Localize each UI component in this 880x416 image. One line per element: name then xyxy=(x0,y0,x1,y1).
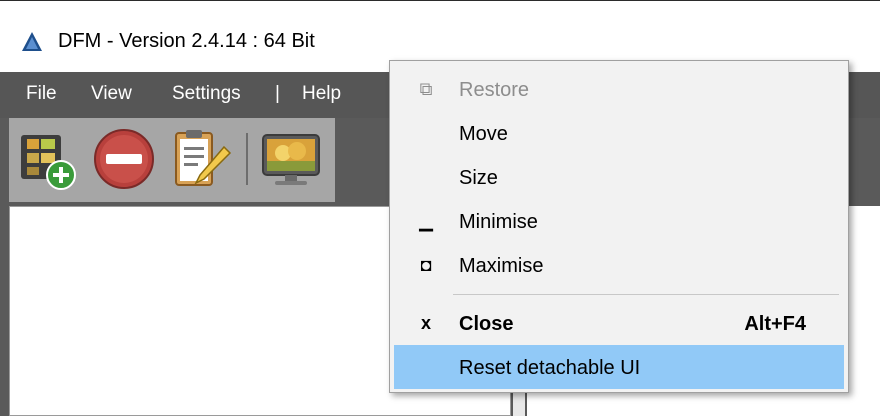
minimise-icon: ▁ xyxy=(419,211,433,231)
menu-item-restore[interactable]: ⧉ Restore xyxy=(394,67,844,111)
shortcut-label: Alt+F4 xyxy=(744,313,806,335)
menu-item-reset-detachable-ui[interactable]: Reset detachable UI xyxy=(394,345,844,389)
menu-separator: | xyxy=(275,83,280,104)
menu-item-maximise[interactable]: ◘ Maximise xyxy=(394,243,844,287)
menu-item-label: Maximise xyxy=(459,255,544,277)
menu-settings[interactable]: Settings xyxy=(172,83,241,105)
menu-item-label: Close xyxy=(459,313,514,335)
close-icon: x xyxy=(420,313,431,333)
remove-icon[interactable] xyxy=(92,127,156,191)
toolbar xyxy=(9,118,335,202)
system-context-menu: ⧉ Restore Move Size ▁ Minimise ◘ Maximis… xyxy=(389,60,849,393)
menu-help[interactable]: Help xyxy=(302,83,341,105)
menu-separator xyxy=(453,294,839,295)
menu-item-minimise[interactable]: ▁ Minimise xyxy=(394,199,844,243)
add-video-icon[interactable] xyxy=(15,127,79,191)
dfm-app-icon xyxy=(22,32,42,51)
menu-item-move[interactable]: Move xyxy=(394,111,844,155)
menu-item-label: Restore xyxy=(459,79,530,101)
menu-item-close[interactable]: x Close Alt+F4 xyxy=(394,301,844,345)
display-icon[interactable] xyxy=(259,127,323,191)
restore-icon: ⧉ xyxy=(419,79,433,99)
menu-item-label: Reset detachable UI xyxy=(459,357,641,379)
menu-item-label: Size xyxy=(459,167,498,189)
menu-item-label: Move xyxy=(459,123,508,145)
clipboard-edit-icon[interactable] xyxy=(168,127,232,191)
window-title: DFM - Version 2.4.14 : 64 Bit xyxy=(58,30,315,52)
menu-item-size[interactable]: Size xyxy=(394,155,844,199)
toolbar-divider xyxy=(246,133,248,185)
menu-file[interactable]: File xyxy=(26,83,57,105)
menu-view[interactable]: View xyxy=(91,83,132,105)
menu-item-label: Minimise xyxy=(459,211,538,233)
maximise-icon: ◘ xyxy=(420,255,432,275)
